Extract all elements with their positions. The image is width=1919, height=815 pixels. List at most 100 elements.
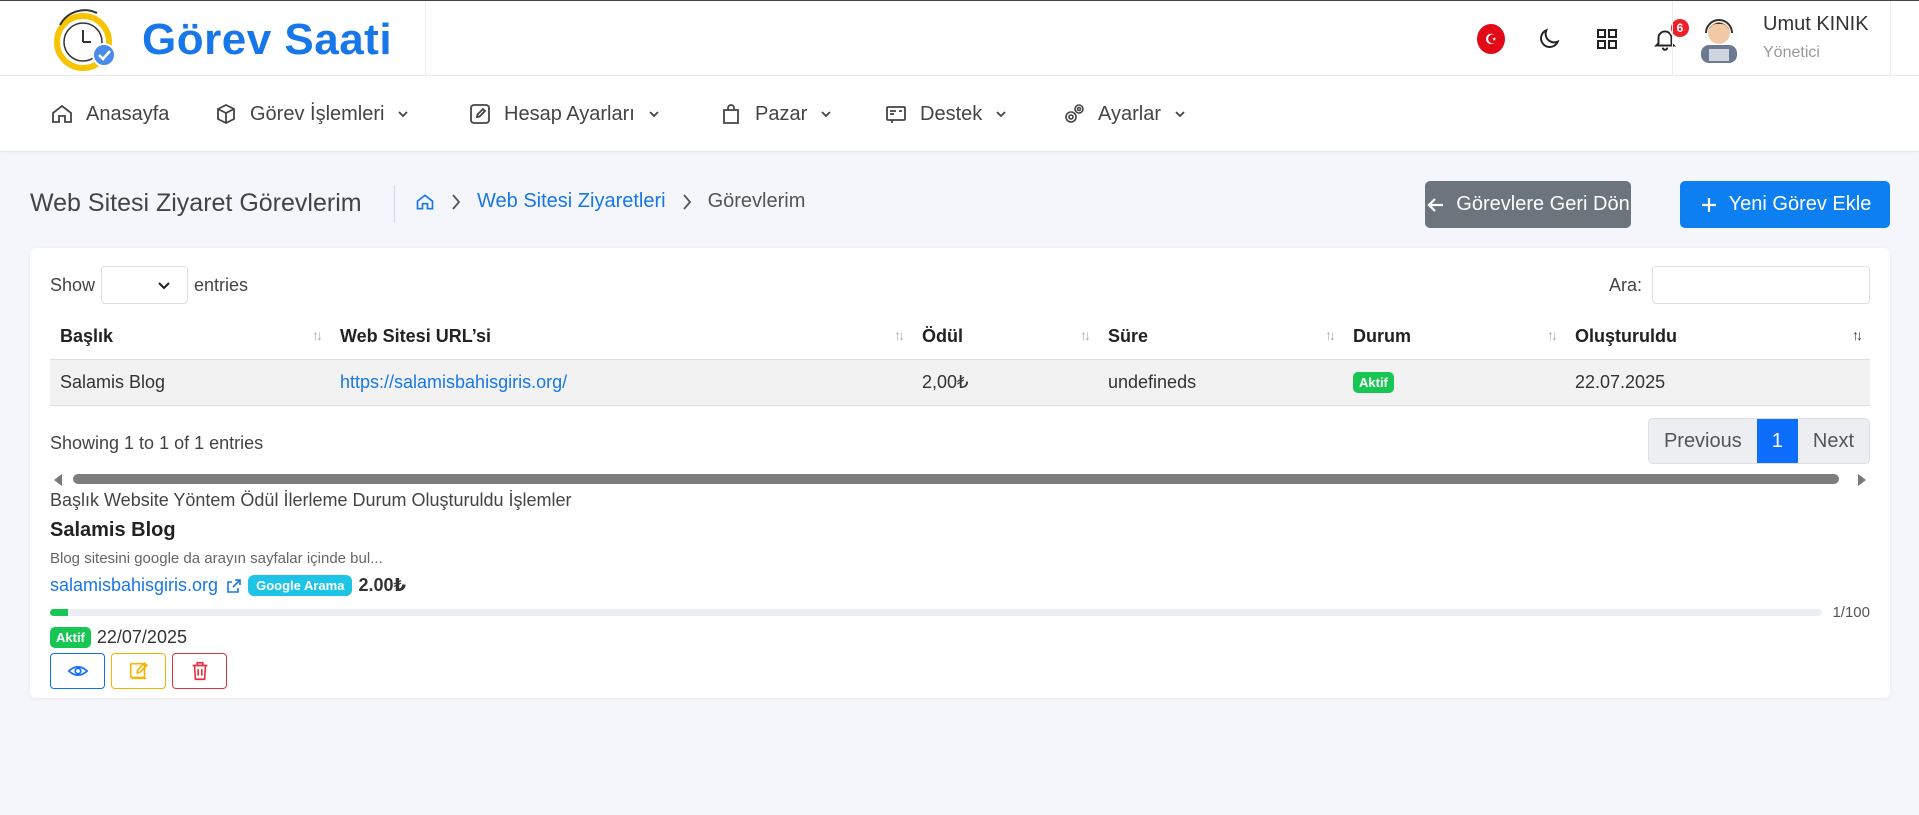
turkey-flag-icon: ☪ bbox=[1477, 24, 1505, 54]
sort-icon: ↑↓ bbox=[894, 327, 905, 343]
plus-icon bbox=[1701, 197, 1716, 212]
breadcrumb: Web Sitesi Ziyaretleri Görevlerim bbox=[415, 190, 805, 213]
edit-icon bbox=[129, 662, 148, 680]
nav-item-settings[interactable]: Ayarlar bbox=[1062, 76, 1187, 152]
task-date: 22/07/2025 bbox=[96, 627, 187, 647]
chevron-right-icon bbox=[682, 193, 691, 210]
website-url-link[interactable]: https://salamisbahisgiris.org/ bbox=[340, 372, 567, 392]
search-label: Ara: bbox=[1608, 274, 1642, 295]
chevron-right-icon bbox=[452, 193, 461, 210]
method-badge: Google Arama bbox=[248, 575, 353, 596]
add-task-button[interactable]: Yeni Görev Ekle bbox=[1680, 181, 1890, 228]
user-menu[interactable]: Umut KINIK Yönetici bbox=[1693, 11, 1869, 63]
entries-length: Show entries bbox=[50, 266, 248, 304]
nav-item-support[interactable]: Destek bbox=[884, 76, 1008, 152]
nav-item-label: Görev İşlemleri bbox=[250, 102, 385, 125]
table-info: Showing 1 to 1 of 1 entries bbox=[50, 433, 264, 453]
sort-icon: ↑↓ bbox=[1080, 327, 1091, 343]
task-domain-link[interactable]: salamisbahisgiris.org bbox=[50, 575, 218, 596]
mobile-task-list: Başlık Website Yöntem Ödül İlerleme Duru… bbox=[50, 490, 1870, 689]
brand-title: Görev Saati bbox=[142, 15, 393, 64]
column-header-label: Süre bbox=[1108, 326, 1149, 347]
chevron-down-icon bbox=[996, 111, 1006, 118]
column-header-label: Ödül bbox=[922, 326, 963, 347]
back-button-label: Görevlere Geri Dön bbox=[1456, 193, 1630, 215]
scroll-left-icon[interactable] bbox=[54, 474, 62, 486]
dark-mode-toggle[interactable] bbox=[1535, 25, 1563, 53]
cell-reward: 2,00₺ bbox=[912, 359, 1098, 406]
external-link-icon[interactable] bbox=[226, 578, 242, 594]
table-search: Ara: bbox=[1609, 266, 1870, 304]
language-selector[interactable]: ☪ bbox=[1477, 24, 1505, 54]
notifications-button[interactable]: 6 bbox=[1651, 17, 1691, 53]
task-meta: salamisbahisgiris.org Google Arama 2.00₺ bbox=[50, 575, 1870, 596]
entries-select[interactable] bbox=[101, 266, 189, 304]
column-header[interactable]: Süre ↑↓ bbox=[1098, 315, 1343, 360]
brand[interactable]: Görev Saati bbox=[52, 5, 392, 75]
nav-item-label: Anasayfa bbox=[86, 102, 170, 125]
nav-item-label: Hesap Ayarları bbox=[504, 102, 635, 125]
edit-button[interactable] bbox=[111, 653, 166, 689]
divider bbox=[1672, 1, 1673, 77]
sort-icon: ↑↓ bbox=[1325, 327, 1336, 343]
column-header-label: Oluşturuldu bbox=[1575, 326, 1677, 347]
breadcrumb-link[interactable]: Web Sitesi Ziyaretleri bbox=[477, 190, 666, 213]
cell-duration: undefineds bbox=[1098, 359, 1343, 406]
column-header[interactable]: Ödül ↑↓ bbox=[912, 315, 1098, 360]
scroll-right-icon[interactable] bbox=[1858, 474, 1866, 486]
column-header[interactable]: Web Sitesi URL’si ↑↓ bbox=[330, 315, 912, 360]
ticket-icon bbox=[886, 106, 906, 123]
column-header[interactable]: Durum ↑↓ bbox=[1343, 315, 1565, 360]
home-icon[interactable] bbox=[415, 192, 435, 212]
top-header: Görev Saati ☪ 6 Umut KINIK Yönetici bbox=[0, 0, 1919, 77]
cell-status: Aktif bbox=[1343, 359, 1565, 406]
nav-item-home[interactable]: Anasayfa bbox=[50, 76, 169, 152]
back-to-tasks-button[interactable]: Görevlere Geri Dön bbox=[1425, 181, 1631, 228]
page-1-button[interactable]: 1 bbox=[1756, 419, 1798, 463]
progress-count: 1/100 bbox=[1832, 604, 1870, 621]
sort-icon: ↑↓ bbox=[1547, 327, 1558, 343]
main-nav: Anasayfa Görev İşlemleri Hesap Ayarları … bbox=[0, 76, 1919, 152]
tasks-table: Başlık ↑↓ Web Sitesi URL’si ↑↓ Ödül ↑↓ Süre… bbox=[50, 315, 1870, 406]
previous-page-button[interactable]: Previous bbox=[1649, 419, 1757, 463]
tasks-card: Show entries Ara: Başlık ↑↓ Web Sitesi UR… bbox=[30, 248, 1890, 698]
clock-check-logo-icon bbox=[54, 9, 116, 71]
apps-button[interactable] bbox=[1593, 25, 1621, 53]
view-button[interactable] bbox=[50, 653, 105, 689]
scrollbar-thumb[interactable] bbox=[73, 474, 1839, 484]
header-tools: ☪ 6 bbox=[1477, 17, 1691, 59]
next-page-button[interactable]: Next bbox=[1798, 419, 1869, 463]
edit-square-icon bbox=[470, 104, 490, 124]
page-title: Web Sitesi Ziyaret Görevlerim bbox=[30, 189, 362, 217]
horizontal-scrollbar[interactable] bbox=[50, 472, 1870, 486]
search-input[interactable] bbox=[1652, 266, 1870, 304]
progress-fill bbox=[50, 609, 68, 616]
nav-item-label: Destek bbox=[920, 102, 983, 125]
show-label: Show bbox=[50, 274, 96, 295]
add-button-label: Yeni Görev Ekle bbox=[1728, 193, 1872, 215]
box-icon bbox=[217, 103, 235, 125]
eye-icon bbox=[67, 666, 88, 676]
column-header[interactable]: Başlık ↑↓ bbox=[50, 315, 330, 360]
grid-icon bbox=[1597, 29, 1617, 49]
arrow-left-icon bbox=[1427, 197, 1444, 212]
moon-icon bbox=[1540, 28, 1560, 48]
divider bbox=[394, 185, 395, 223]
column-header[interactable]: Oluşturuldu ↑↓ bbox=[1565, 315, 1870, 360]
chevron-down-icon bbox=[398, 111, 409, 118]
status-badge: Aktif bbox=[1353, 372, 1394, 393]
chevron-down-icon bbox=[158, 282, 170, 290]
nav-item-market[interactable]: Pazar bbox=[719, 76, 833, 152]
avatar bbox=[1701, 19, 1737, 63]
gears-icon bbox=[1065, 104, 1084, 123]
progress-track bbox=[50, 609, 1823, 616]
nav-item-account-settings[interactable]: Hesap Ayarları bbox=[468, 76, 661, 152]
cell-created: 22.07.2025 bbox=[1565, 359, 1870, 406]
divider bbox=[425, 1, 426, 77]
sort-desc-icon: ↑↓ bbox=[1852, 327, 1863, 343]
delete-button[interactable] bbox=[172, 653, 227, 689]
column-header-label: Durum bbox=[1353, 326, 1411, 347]
shopping-bag-icon bbox=[723, 104, 739, 124]
nav-item-tasks[interactable]: Görev İşlemleri bbox=[214, 76, 410, 152]
divider bbox=[1890, 1, 1891, 77]
